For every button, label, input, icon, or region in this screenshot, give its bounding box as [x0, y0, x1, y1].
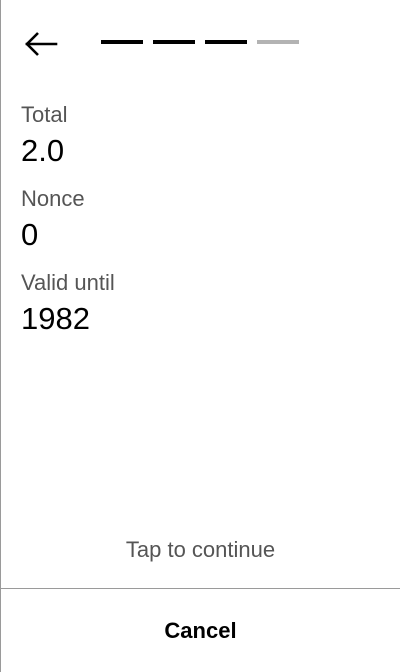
- valid-until-label: Valid until: [21, 270, 115, 295]
- cancel-button[interactable]: Cancel: [1, 589, 400, 672]
- back-button[interactable]: [17, 22, 65, 66]
- valid-until-value: 1982: [21, 301, 90, 336]
- arrow-left-icon: [25, 32, 58, 56]
- nonce-value: 0: [21, 217, 39, 252]
- transaction-details: Total 2.0 Nonce 0 Valid until 1982: [21, 100, 380, 352]
- nonce-label: Nonce: [21, 186, 85, 211]
- progress-step: [257, 40, 299, 44]
- confirm-transaction-screen: Total 2.0 Nonce 0 Valid until 1982 Tap t…: [0, 0, 400, 672]
- progress-step: [205, 40, 247, 44]
- tap-to-continue[interactable]: Tap to continue: [1, 534, 400, 566]
- progress-stepper: [101, 40, 299, 44]
- progress-step: [101, 40, 143, 44]
- total-label: Total: [21, 102, 68, 127]
- total-value: 2.0: [21, 133, 65, 168]
- progress-step: [153, 40, 195, 44]
